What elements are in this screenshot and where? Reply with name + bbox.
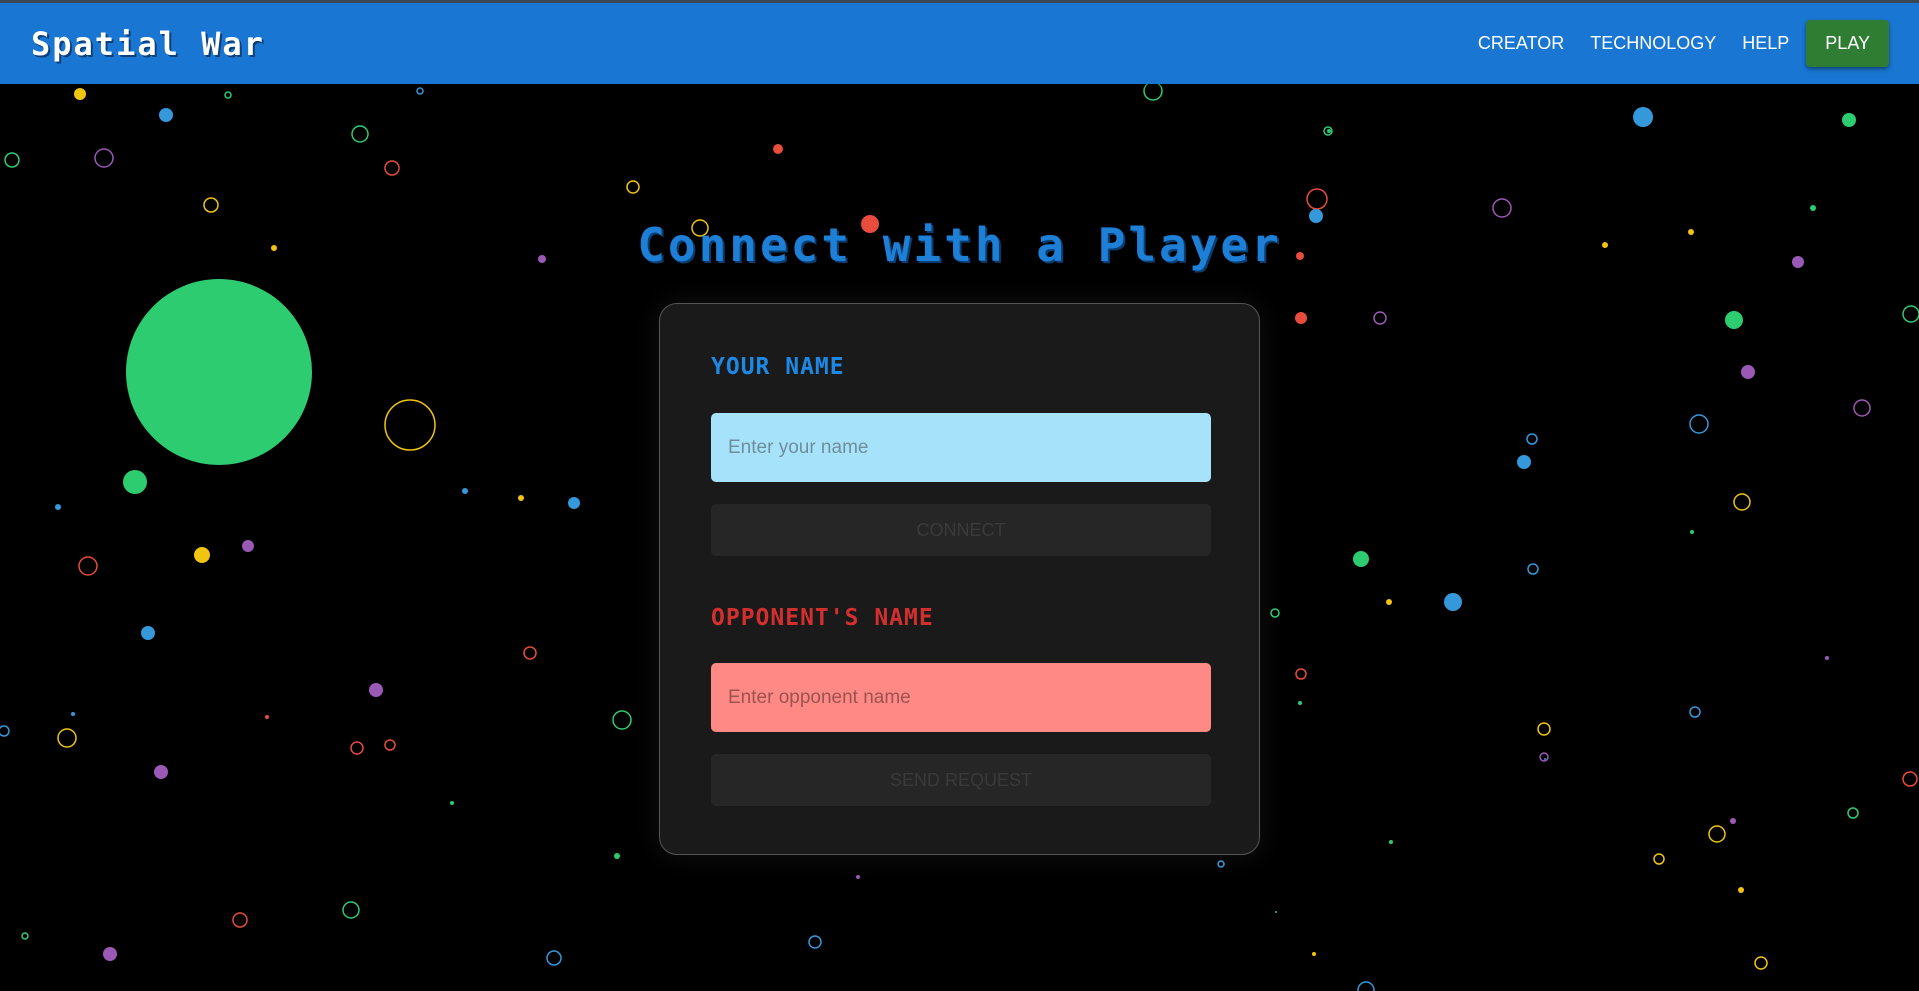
opponent-name-input[interactable] xyxy=(711,663,1211,732)
particle xyxy=(123,470,147,494)
particle xyxy=(1738,887,1744,893)
particle xyxy=(568,497,580,509)
particle xyxy=(1327,129,1331,133)
particle xyxy=(808,935,822,949)
particle xyxy=(518,495,524,501)
top-navbar: Spatial War CREATOR TECHNOLOGY HELP PLAY xyxy=(0,3,1919,84)
particle xyxy=(57,728,77,748)
particle xyxy=(1526,433,1538,445)
send-request-button[interactable]: SEND REQUEST xyxy=(711,754,1211,806)
particle xyxy=(1389,840,1393,844)
particle xyxy=(1306,188,1328,210)
particle xyxy=(523,646,537,660)
nav-menu: CREATOR TECHNOLOGY HELP PLAY xyxy=(1452,20,1889,67)
particle xyxy=(1741,365,1755,379)
particle xyxy=(1633,107,1653,127)
play-button[interactable]: PLAY xyxy=(1806,20,1889,67)
particle xyxy=(1270,608,1280,618)
particle xyxy=(0,725,10,737)
particle xyxy=(1492,198,1512,218)
particle xyxy=(1754,956,1768,970)
particle xyxy=(1853,399,1871,417)
connect-button[interactable]: CONNECT xyxy=(711,504,1211,556)
particle xyxy=(1725,311,1743,329)
particle xyxy=(1143,84,1163,101)
particle xyxy=(4,152,20,168)
particle xyxy=(224,91,232,99)
particle xyxy=(342,901,360,919)
particle xyxy=(1537,722,1551,736)
particle xyxy=(1847,807,1859,819)
particle xyxy=(1312,952,1316,956)
particle xyxy=(1689,414,1709,434)
particle xyxy=(1353,551,1369,567)
particle xyxy=(369,683,383,697)
page-title: Connect with a Player xyxy=(637,218,1282,272)
particle xyxy=(1825,656,1829,660)
particle xyxy=(614,853,620,859)
particle xyxy=(21,932,29,940)
particle xyxy=(1733,493,1751,511)
particle xyxy=(1902,305,1919,323)
particle xyxy=(103,947,117,961)
particle xyxy=(450,801,454,805)
particle xyxy=(154,765,168,779)
particle xyxy=(1275,911,1277,913)
particle xyxy=(1842,113,1856,127)
particle xyxy=(1539,752,1549,762)
particle xyxy=(384,739,396,751)
particle xyxy=(55,504,61,510)
particle xyxy=(1373,311,1387,325)
particle xyxy=(1295,668,1307,680)
opponent-name-label: OPPONENT'S NAME xyxy=(711,605,934,631)
particle xyxy=(74,88,86,100)
particle xyxy=(232,912,248,928)
particle xyxy=(1690,530,1694,534)
particle xyxy=(1295,312,1307,324)
your-name-label: YOUR NAME xyxy=(711,354,845,380)
particle xyxy=(351,125,369,143)
particle xyxy=(856,875,860,879)
particle xyxy=(1527,563,1539,575)
particle xyxy=(203,197,219,213)
particle xyxy=(1357,981,1375,991)
particle xyxy=(1386,599,1392,605)
particle xyxy=(462,488,468,494)
particle xyxy=(126,279,312,465)
nav-link-creator[interactable]: CREATOR xyxy=(1478,33,1564,54)
particle xyxy=(1810,205,1816,211)
particle xyxy=(626,180,640,194)
particle xyxy=(1902,771,1918,787)
app-logo-title[interactable]: Spatial War xyxy=(31,25,265,63)
particle xyxy=(384,160,400,176)
particle xyxy=(350,741,364,755)
particle xyxy=(1708,825,1726,843)
particle xyxy=(1517,455,1531,469)
connect-card: YOUR NAME CONNECT OPPONENT'S NAME SEND R… xyxy=(659,303,1260,855)
particle xyxy=(1653,853,1665,865)
particle xyxy=(1444,593,1462,611)
particle xyxy=(773,144,783,154)
particle xyxy=(416,87,424,95)
particle xyxy=(71,712,75,716)
particle xyxy=(546,950,562,966)
particle xyxy=(265,715,269,719)
particle xyxy=(1544,758,1546,760)
particle xyxy=(1689,706,1701,718)
particle xyxy=(78,556,98,576)
particle xyxy=(159,108,173,122)
particle xyxy=(1730,818,1736,824)
particle xyxy=(1298,701,1302,705)
particle xyxy=(384,399,436,451)
particle xyxy=(242,540,254,552)
particle xyxy=(612,710,632,730)
particle xyxy=(194,547,210,563)
particle xyxy=(1217,860,1225,868)
particle xyxy=(141,626,155,640)
particle xyxy=(94,148,114,168)
nav-link-help[interactable]: HELP xyxy=(1742,33,1789,54)
nav-link-technology[interactable]: TECHNOLOGY xyxy=(1590,33,1716,54)
your-name-input[interactable] xyxy=(711,413,1211,482)
